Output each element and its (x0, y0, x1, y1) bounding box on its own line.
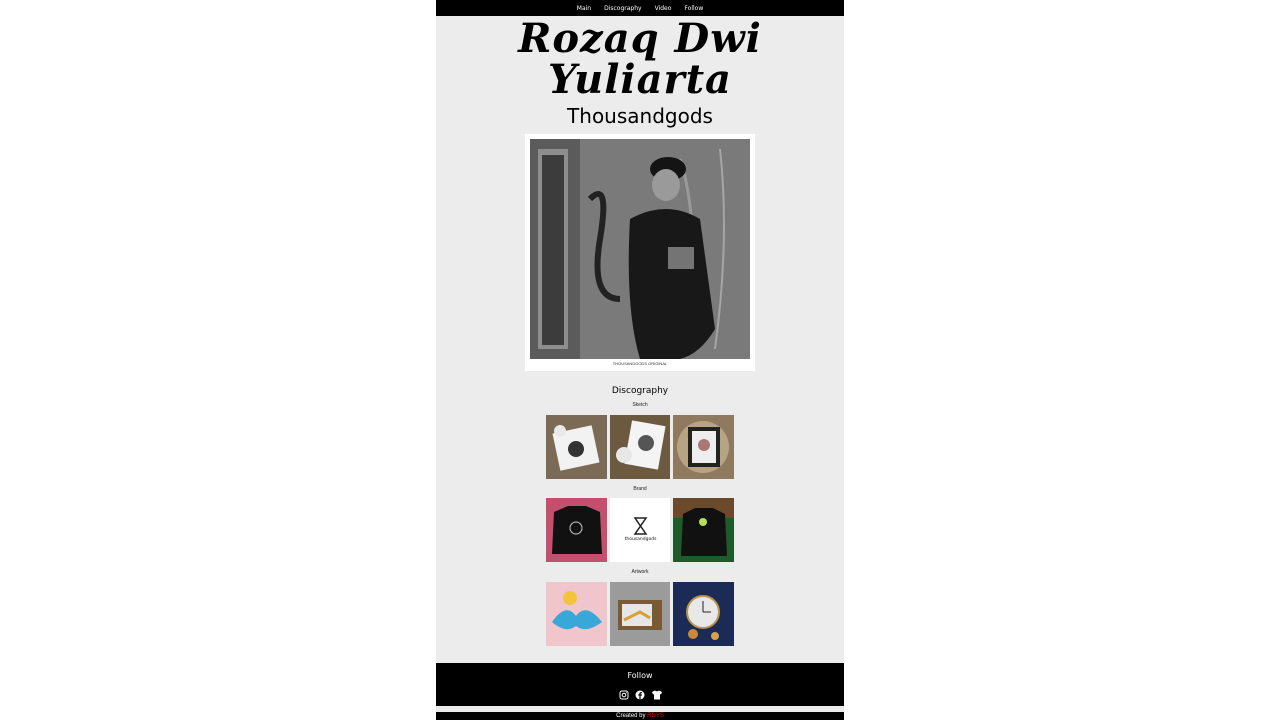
credit-bar: Created by RDYS (436, 712, 844, 720)
nav-item-follow[interactable]: Follow (684, 5, 703, 12)
nav-item-discography[interactable]: Discography (604, 5, 642, 12)
sketch-thumb[interactable] (609, 415, 671, 479)
profile-photo-frame: THOUSANDGODS ORIGINAL (525, 134, 755, 371)
brand-logo-text: thousandgods (624, 536, 656, 542)
page-container: Main Discography Video Follow Rozaq Dwi … (436, 0, 844, 720)
credit-prefix: Created by (616, 713, 646, 719)
tshirt-icon[interactable] (651, 687, 662, 700)
instagram-icon[interactable] (619, 687, 629, 700)
artwork-grid (546, 582, 735, 646)
nav-item-video[interactable]: Video (655, 5, 672, 12)
nav-item-main[interactable]: Main (577, 5, 591, 12)
sketch-thumb[interactable] (673, 415, 735, 479)
facebook-icon[interactable] (635, 687, 645, 700)
social-links (436, 687, 844, 700)
sketch-thumb[interactable] (546, 415, 607, 479)
footer: Follow (436, 663, 844, 706)
discography-heading: Discography (611, 386, 669, 396)
brand-logo-thumb[interactable]: thousandgods (609, 498, 671, 562)
artwork-thumb[interactable] (673, 582, 735, 646)
page-subtitle: Thousandgods (567, 104, 713, 128)
brand-grid: thousandgods (546, 498, 735, 562)
category-label-sketch: Sketch (632, 402, 648, 408)
footer-title: Follow (627, 671, 653, 680)
page-title: Rozaq Dwi Yuliarta (518, 15, 762, 103)
photo-caption: THOUSANDGODS ORIGINAL (612, 361, 668, 366)
top-nav: Main Discography Video Follow (436, 0, 844, 16)
sketch-grid (546, 415, 735, 479)
credit-text: Created by RDYS (436, 712, 844, 720)
artwork-thumb[interactable] (546, 582, 607, 646)
artwork-thumb[interactable] (609, 582, 671, 646)
brand-thumb[interactable] (546, 498, 607, 562)
profile-photo (530, 139, 750, 359)
category-label-artwork: Artwork (631, 569, 649, 575)
category-label-brand: Brand (633, 486, 647, 492)
brand-thumb[interactable] (673, 498, 735, 562)
credit-brand[interactable]: RDYS (647, 713, 664, 719)
